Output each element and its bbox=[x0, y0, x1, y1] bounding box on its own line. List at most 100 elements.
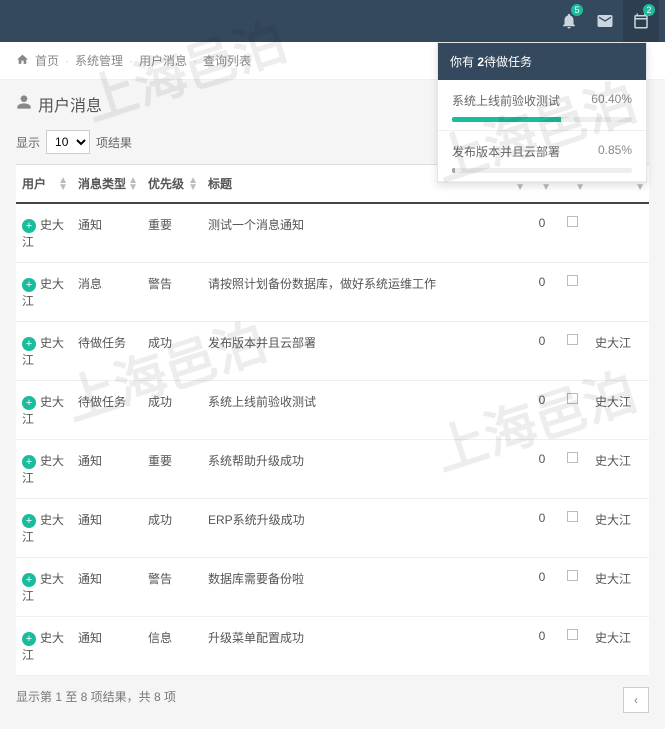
expand-icon[interactable]: + bbox=[22, 455, 36, 469]
expand-icon[interactable]: + bbox=[22, 337, 36, 351]
row-checkbox[interactable] bbox=[567, 570, 578, 581]
cell-priority: 信息 bbox=[142, 617, 202, 676]
cell-num: 0 bbox=[529, 558, 555, 617]
row-checkbox[interactable] bbox=[567, 275, 578, 286]
pagelen-prefix: 显示 bbox=[16, 134, 40, 151]
sort-icon: ▲▼ bbox=[188, 177, 198, 191]
task-label: 发布版本并且云部署 bbox=[452, 143, 560, 160]
table-row: +史大江待做任务成功系统上线前验收测试0史大江 bbox=[16, 381, 649, 440]
cell-subject: 系统上线前验收测试 bbox=[202, 381, 529, 440]
task-label: 系统上线前验收测试 bbox=[452, 92, 560, 109]
messages-icon[interactable] bbox=[587, 0, 623, 42]
breadcrumb-sys[interactable]: 系统管理 bbox=[75, 52, 123, 69]
table-row: +史大江通知成功ERP系统升级成功0史大江 bbox=[16, 499, 649, 558]
task-percent: 60.40% bbox=[591, 92, 632, 109]
cell-type: 待做任务 bbox=[72, 381, 142, 440]
pager-prev[interactable]: ‹ bbox=[623, 687, 649, 713]
cell-num: 0 bbox=[529, 322, 555, 381]
breadcrumb-usermsg[interactable]: 用户消息 bbox=[139, 52, 187, 69]
expand-icon[interactable]: + bbox=[22, 632, 36, 646]
breadcrumb-home[interactable]: 首页 bbox=[35, 52, 59, 69]
row-checkbox[interactable] bbox=[567, 334, 578, 345]
notifications-badge: 5 bbox=[571, 4, 583, 16]
sort-icon: ▲▼ bbox=[128, 177, 138, 191]
row-checkbox[interactable] bbox=[567, 629, 578, 640]
cell-subject: ERP系统升级成功 bbox=[202, 499, 529, 558]
cell-priority: 警告 bbox=[142, 558, 202, 617]
task-percent: 0.85% bbox=[598, 143, 632, 160]
cell-from: 史大江 bbox=[589, 381, 649, 440]
table-info: 显示第 1 至 8 项结果，共 8 项 bbox=[16, 676, 649, 717]
cell-type: 通知 bbox=[72, 203, 142, 263]
table-row: +史大江通知重要系统帮助升级成功0史大江 bbox=[16, 440, 649, 499]
tasks-badge: 2 bbox=[643, 4, 655, 16]
cell-type: 消息 bbox=[72, 263, 142, 322]
cell-subject: 数据库需要备份啦 bbox=[202, 558, 529, 617]
cell-type: 通知 bbox=[72, 440, 142, 499]
cell-subject: 系统帮助升级成功 bbox=[202, 440, 529, 499]
cell-from: 史大江 bbox=[589, 558, 649, 617]
tasks-popover-header: 你有 2待做任务 bbox=[438, 43, 646, 80]
breadcrumb-sep: · bbox=[193, 54, 197, 68]
expand-icon[interactable]: + bbox=[22, 514, 36, 528]
cell-from: 史大江 bbox=[589, 440, 649, 499]
col-type[interactable]: 消息类型▲▼ bbox=[72, 165, 142, 204]
task-item[interactable]: 系统上线前验收测试 60.40% bbox=[438, 80, 646, 131]
breadcrumb-list[interactable]: 查询列表 bbox=[203, 52, 251, 69]
expand-icon[interactable]: + bbox=[22, 396, 36, 410]
cell-priority: 成功 bbox=[142, 381, 202, 440]
table-row: +史大江消息警告请按照计划备份数据库，做好系统运维工作0 bbox=[16, 263, 649, 322]
cell-subject: 请按照计划备份数据库，做好系统运维工作 bbox=[202, 263, 529, 322]
expand-icon[interactable]: + bbox=[22, 573, 36, 587]
message-table: 用户▲▼ 消息类型▲▼ 优先级▲▼ 标题▲▼ ▲▼ ▲▼ ▲▼ +史大江通知重要… bbox=[16, 164, 649, 676]
row-checkbox[interactable] bbox=[567, 452, 578, 463]
cell-subject: 升级菜单配置成功 bbox=[202, 617, 529, 676]
cell-num: 0 bbox=[529, 617, 555, 676]
page-length-select[interactable]: 10 bbox=[46, 130, 90, 154]
task-progress bbox=[452, 117, 632, 122]
tasks-icon[interactable]: 2 bbox=[623, 0, 659, 42]
cell-priority: 成功 bbox=[142, 322, 202, 381]
col-priority[interactable]: 优先级▲▼ bbox=[142, 165, 202, 204]
table-row: +史大江通知警告数据库需要备份啦0史大江 bbox=[16, 558, 649, 617]
cell-type: 通知 bbox=[72, 617, 142, 676]
cell-type: 通知 bbox=[72, 499, 142, 558]
cell-from bbox=[589, 203, 649, 263]
col-user[interactable]: 用户▲▼ bbox=[16, 165, 72, 204]
cell-type: 待做任务 bbox=[72, 322, 142, 381]
cell-from: 史大江 bbox=[589, 499, 649, 558]
cell-subject: 发布版本并且云部署 bbox=[202, 322, 529, 381]
breadcrumb-sep: · bbox=[65, 54, 69, 68]
home-icon bbox=[16, 53, 29, 69]
notifications-icon[interactable]: 5 bbox=[551, 0, 587, 42]
expand-icon[interactable]: + bbox=[22, 219, 36, 233]
task-progress bbox=[452, 168, 632, 173]
row-checkbox[interactable] bbox=[567, 216, 578, 227]
expand-icon[interactable]: + bbox=[22, 278, 36, 292]
cell-from bbox=[589, 263, 649, 322]
cell-subject: 测试一个消息通知 bbox=[202, 203, 529, 263]
row-checkbox[interactable] bbox=[567, 393, 578, 404]
table-row: +史大江待做任务成功发布版本并且云部署0史大江 bbox=[16, 322, 649, 381]
table-row: +史大江通知重要测试一个消息通知0 bbox=[16, 203, 649, 263]
task-item[interactable]: 发布版本并且云部署 0.85% bbox=[438, 131, 646, 182]
pager: ‹ bbox=[623, 687, 649, 713]
cell-priority: 重要 bbox=[142, 203, 202, 263]
topbar: 5 2 bbox=[0, 0, 665, 42]
cell-num: 0 bbox=[529, 263, 555, 322]
tasks-head-suffix: 待做任务 bbox=[484, 55, 532, 69]
cell-from: 史大江 bbox=[589, 617, 649, 676]
page-title-text: 用户消息 bbox=[38, 92, 102, 116]
user-icon bbox=[16, 94, 32, 115]
cell-from: 史大江 bbox=[589, 322, 649, 381]
cell-num: 0 bbox=[529, 440, 555, 499]
row-checkbox[interactable] bbox=[567, 511, 578, 522]
cell-priority: 成功 bbox=[142, 499, 202, 558]
cell-num: 0 bbox=[529, 499, 555, 558]
cell-type: 通知 bbox=[72, 558, 142, 617]
tasks-head-prefix: 你有 bbox=[450, 55, 477, 69]
cell-priority: 重要 bbox=[142, 440, 202, 499]
cell-num: 0 bbox=[529, 203, 555, 263]
pagelen-suffix: 项结果 bbox=[96, 134, 132, 151]
cell-priority: 警告 bbox=[142, 263, 202, 322]
